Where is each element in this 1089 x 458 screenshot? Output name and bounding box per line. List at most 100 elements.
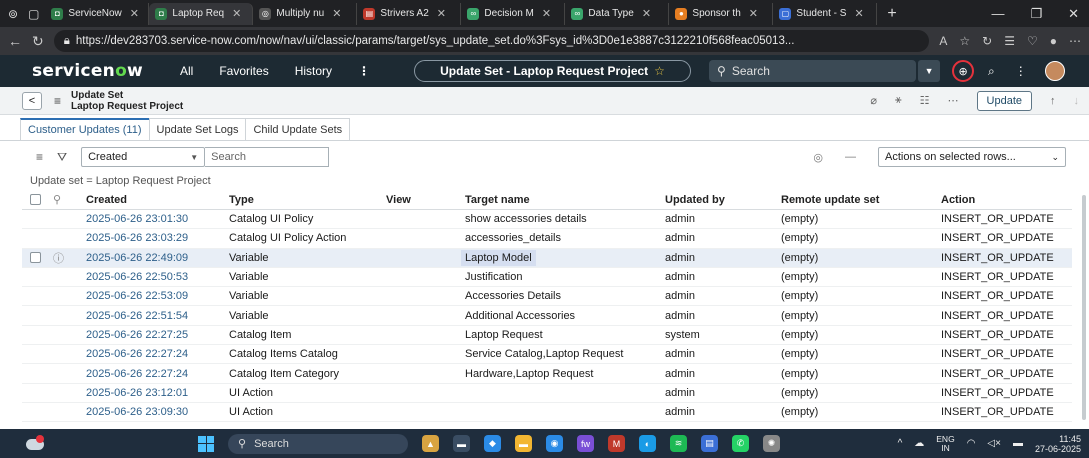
reload-icon[interactable]: ↻ [32, 33, 44, 50]
column-header[interactable]: Created [86, 194, 229, 206]
table-row[interactable]: 2025-06-26 23:01:30 Catalog UI Policy show… [22, 210, 1072, 230]
taskbar-app-icon[interactable]: ▬ [515, 435, 532, 452]
filter-breadcrumb[interactable]: Update set = Laptop Request Project [30, 175, 211, 187]
attachment-icon[interactable]: ⌀ [870, 94, 877, 107]
cell-created[interactable]: 2025-06-26 22:27:24 [86, 368, 229, 380]
taskbar-app-icon[interactable]: fw [577, 435, 594, 452]
wifi-icon[interactable]: ◠ [967, 438, 976, 449]
browser-tab[interactable]: ∞ Decision M ✕ [461, 2, 566, 25]
new-tab-button[interactable]: + [877, 5, 906, 23]
globe-icon[interactable]: ⊕ [952, 60, 975, 82]
favorite-star-icon[interactable]: ☆ [654, 64, 665, 78]
taskbar-search[interactable]: ⚲ Search [228, 433, 408, 454]
tab-close-icon[interactable]: ✕ [437, 7, 446, 20]
cell-created[interactable]: 2025-06-26 22:27:24 [86, 348, 229, 360]
servicenow-logo[interactable]: servicenow [0, 61, 180, 81]
select-all-checkbox[interactable] [30, 194, 41, 205]
browser-tab[interactable]: ◘ Laptop Req ✕ [149, 2, 254, 25]
tab-close-icon[interactable]: ✕ [332, 7, 341, 20]
volume-icon[interactable]: ◁× [987, 438, 1001, 449]
list-search-input[interactable]: Search [205, 147, 330, 167]
favorites-icon[interactable]: ☰ [1004, 34, 1015, 48]
browser-tab[interactable]: ▢ Student - S ✕ [773, 2, 878, 25]
cell-created[interactable]: 2025-06-26 22:53:09 [86, 290, 229, 302]
column-header[interactable]: Action [941, 194, 1071, 206]
tab-actions-icon[interactable]: ▢ [28, 7, 39, 21]
column-header[interactable]: Target name [465, 194, 665, 206]
url-field[interactable]: 🔒︎ https://dev283703.service-now.com/now… [53, 30, 930, 52]
cell-created[interactable]: 2025-06-26 23:01:30 [86, 213, 229, 225]
list-menu-icon[interactable]: ≡ [36, 150, 43, 164]
update-button[interactable]: Update [976, 90, 1032, 111]
battery-icon[interactable]: ▬ [1013, 438, 1023, 449]
chat-icon[interactable]: ⌕ [988, 64, 995, 79]
onedrive-icon[interactable]: ☁ [914, 438, 924, 449]
more-vertical-icon[interactable]: ⋮ [1015, 64, 1027, 78]
taskbar-app-icon[interactable]: ◉ [546, 435, 563, 452]
taskbar-app-icon[interactable]: ◐ [639, 435, 656, 452]
close-window-icon[interactable]: ✕ [1068, 6, 1079, 22]
workspaces-icon[interactable]: ⊚ [8, 7, 18, 21]
table-row[interactable]: 2025-06-26 22:27:24 Catalog Item Category… [22, 364, 1072, 384]
chevron-up-icon[interactable]: ^ [898, 438, 903, 449]
taskbar-app-icon[interactable]: ✺ [763, 435, 780, 452]
global-search[interactable]: ⚲ Search [709, 60, 917, 82]
cell-created[interactable]: 2025-06-26 22:27:25 [86, 329, 229, 341]
cell-created[interactable]: 2025-06-26 23:03:29 [86, 232, 229, 244]
windows-start-icon[interactable] [198, 435, 214, 452]
cell-created[interactable]: 2025-06-26 23:09:30 [86, 406, 229, 418]
filter-icon[interactable]: ⛛ [57, 150, 67, 165]
settings-sliders-icon[interactable]: ☷ [920, 94, 930, 107]
column-header[interactable]: Remote update set [781, 194, 941, 206]
user-avatar[interactable] [1044, 61, 1065, 81]
taskbar-app-icon[interactable]: M [608, 435, 625, 452]
nav-all[interactable]: All [180, 64, 193, 78]
cell-created[interactable]: 2025-06-26 23:12:01 [86, 387, 229, 399]
nav-favorites[interactable]: Favorites [219, 64, 268, 78]
taskbar-app-icon[interactable]: ▲ [422, 435, 439, 452]
table-row[interactable]: 2025-06-26 23:12:01 UI Action admin (empty)… [22, 384, 1072, 403]
actions-select[interactable]: Actions on selected rows... ⌄ [878, 147, 1066, 167]
taskbar-app-icon[interactable]: ◆ [484, 435, 501, 452]
column-header[interactable]: Type [229, 194, 386, 206]
browser-tab[interactable]: ◎ Multiply nu ✕ [253, 2, 358, 25]
tab-close-icon[interactable]: ✕ [542, 7, 551, 20]
taskbar-clock[interactable]: 11:45 27-06-2025 [1035, 434, 1081, 454]
activity-icon[interactable]: ⚹ [895, 94, 902, 107]
taskbar-app-icon[interactable]: ≋ [670, 435, 687, 452]
table-row[interactable]: ⓘ 2025-06-26 22:49:09 Variable Laptop Model… [22, 248, 1072, 268]
nav-history[interactable]: History [295, 64, 332, 78]
profile-icon[interactable]: ● [1050, 34, 1057, 48]
taskbar-app-icon[interactable]: ▬ [453, 435, 470, 452]
favorite-star-icon[interactable]: ☆ [959, 34, 970, 48]
table-row[interactable]: 2025-06-26 22:51:54 Variable Additional Ac… [22, 306, 1072, 326]
extensions-icon[interactable]: ♡ [1027, 34, 1038, 48]
related-tab[interactable]: Customer Updates (11) [20, 118, 150, 140]
list-scrollbar[interactable] [1082, 195, 1086, 420]
browser-tab[interactable]: ● Sponsor th ✕ [669, 2, 774, 25]
browser-tab[interactable]: ∞ Data Type ✕ [565, 2, 670, 25]
form-back-button[interactable]: < [22, 91, 42, 110]
table-row[interactable]: 2025-06-26 22:27:25 Catalog Item Laptop Re… [22, 326, 1072, 346]
weather-widget-icon[interactable] [26, 434, 46, 453]
taskbar-app-icon[interactable]: ▤ [701, 435, 718, 452]
cell-created[interactable]: 2025-06-26 22:50:53 [86, 271, 229, 283]
related-tab[interactable]: Update Set Logs [148, 118, 247, 140]
column-header[interactable]: Updated by [665, 194, 781, 206]
form-menu-icon[interactable]: ≡ [54, 94, 61, 108]
next-record-icon[interactable]: ↓ [1074, 95, 1080, 107]
row-info-icon[interactable]: ⓘ [53, 250, 64, 266]
cell-created[interactable]: 2025-06-26 22:51:54 [86, 310, 229, 322]
taskbar-app-icon[interactable]: ✆ [732, 435, 749, 452]
read-aloud-icon[interactable]: A [939, 34, 947, 48]
table-row[interactable]: 2025-06-26 22:53:09 Variable Accessories D… [22, 287, 1072, 307]
tab-close-icon[interactable]: ✕ [130, 7, 139, 20]
more-options-icon[interactable]: ⋯ [948, 94, 959, 107]
restore-icon[interactable]: ❐ [1030, 6, 1042, 22]
column-header[interactable]: View [386, 194, 465, 206]
nav-more-icon[interactable]: ⋮ [358, 64, 370, 78]
table-row[interactable]: 2025-06-26 22:50:53 Variable Justification… [22, 268, 1072, 288]
related-tab[interactable]: Child Update Sets [245, 118, 351, 140]
cell-created[interactable]: 2025-06-26 22:49:09 [86, 252, 229, 264]
table-row[interactable]: 2025-06-26 22:27:24 Catalog Items Catalog… [22, 345, 1072, 365]
